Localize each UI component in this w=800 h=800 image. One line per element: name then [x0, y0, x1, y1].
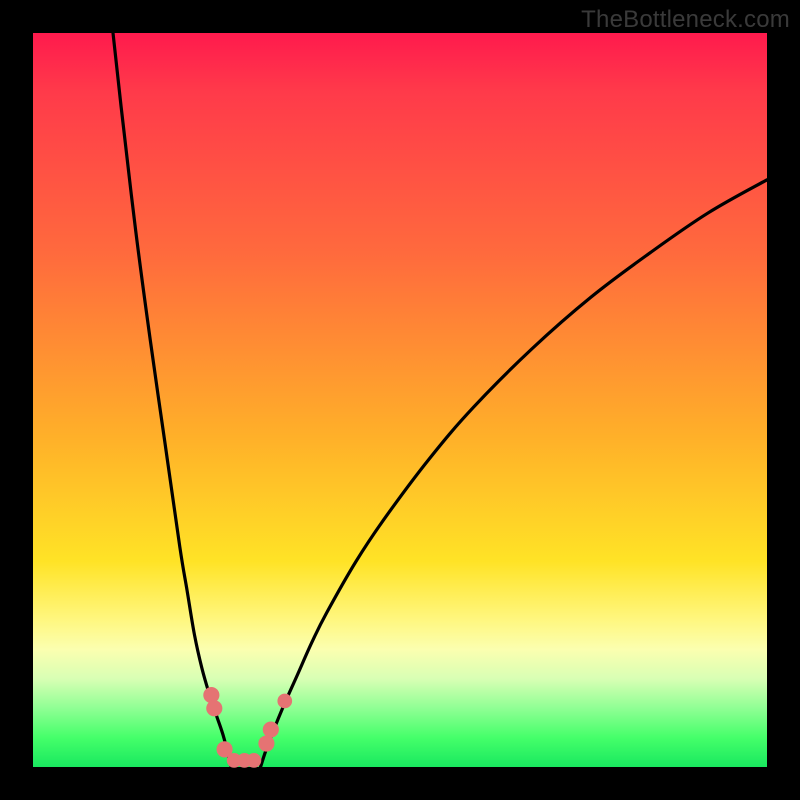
curve-layer	[33, 33, 767, 767]
data-marker-6	[258, 735, 274, 751]
chart-frame: TheBottleneck.com	[0, 0, 800, 800]
data-marker-5	[247, 753, 262, 768]
data-marker-7	[263, 721, 279, 737]
curve-right-curve	[261, 180, 767, 767]
curve-left-curve	[113, 33, 231, 767]
watermark-text: TheBottleneck.com	[581, 6, 790, 34]
data-marker-1	[206, 700, 222, 716]
data-marker-8	[277, 694, 292, 709]
